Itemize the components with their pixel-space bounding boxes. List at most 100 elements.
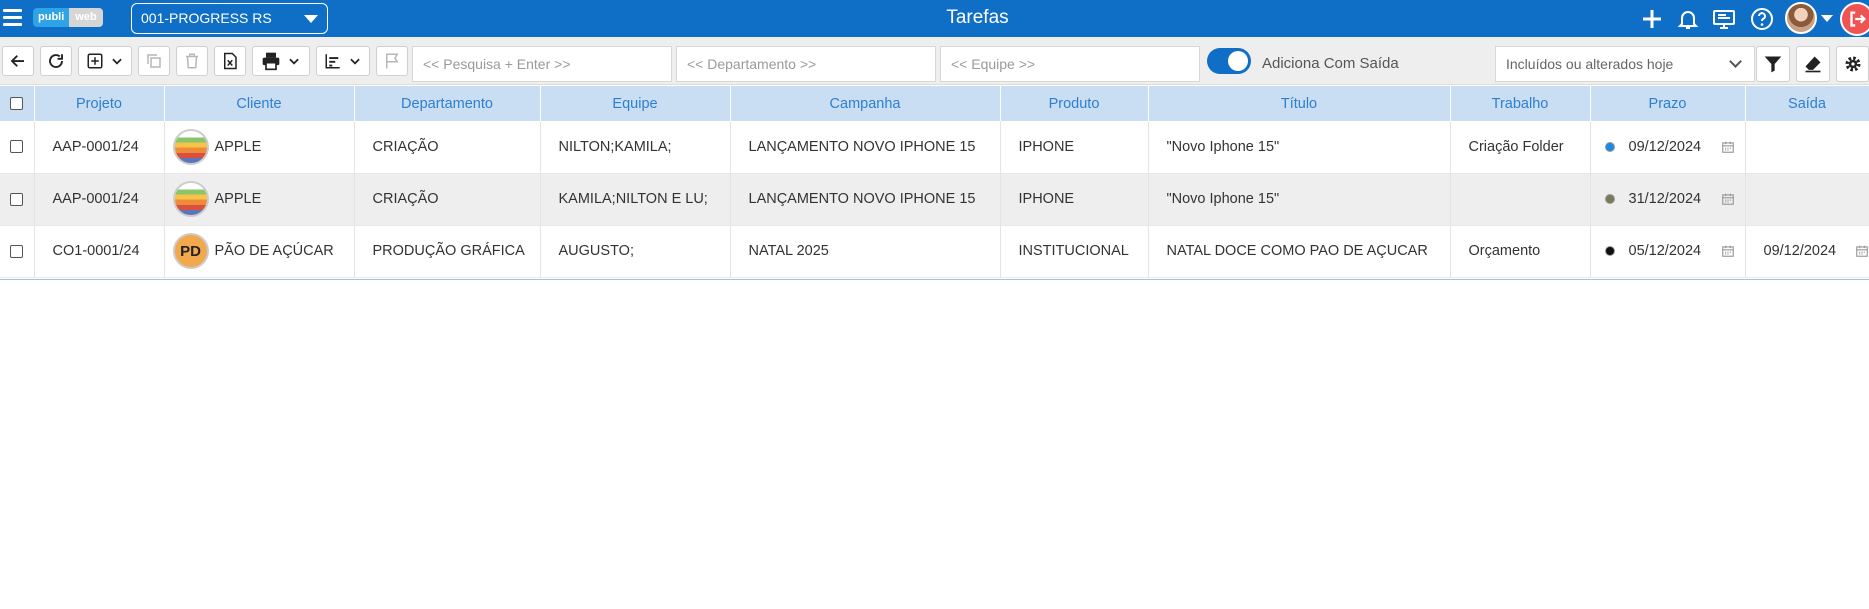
chevron-down-icon	[289, 58, 299, 65]
table-row[interactable]: AAP-0001/24 APPLE CRIAÇÃO KAMILA;NILTON …	[0, 173, 1869, 225]
cell-titulo: "Novo Iphone 15"	[1148, 121, 1451, 173]
row-select-cell	[0, 121, 35, 173]
cell-trabalho: Orçamento	[1450, 225, 1591, 277]
select-all-cell	[0, 86, 35, 121]
filter-button[interactable]	[1756, 46, 1790, 82]
flag-icon	[386, 53, 399, 69]
bell-icon[interactable]	[1676, 7, 1700, 31]
column-header-cliente[interactable]: Cliente	[164, 86, 355, 121]
table-row[interactable]: AAP-0001/24 APPLE CRIAÇÃO NILTON;KAMILA;…	[0, 121, 1869, 173]
cell-prazo: 31/12/2024	[1590, 173, 1746, 225]
cell-projeto: AAP-0001/24	[34, 121, 165, 173]
add-with-exit-toggle[interactable]	[1207, 48, 1251, 74]
team-input[interactable]	[940, 46, 1200, 82]
column-header-campanha[interactable]: Campanha	[730, 86, 1001, 121]
column-header-saida[interactable]: Saída	[1745, 86, 1869, 121]
gear-icon	[1845, 56, 1860, 72]
column-header-trabalho[interactable]: Trabalho	[1450, 86, 1591, 121]
logout-icon[interactable]	[1840, 2, 1869, 36]
column-header-produto[interactable]: Produto	[1000, 86, 1149, 121]
settings-button[interactable]	[1836, 46, 1869, 82]
clear-filter-button[interactable]	[1796, 46, 1830, 82]
column-header-projeto[interactable]: Projeto	[34, 86, 165, 121]
cell-saida: 09/12/2024	[1745, 225, 1869, 277]
status-dot-icon	[1604, 194, 1615, 204]
cell-prazo: 05/12/2024	[1590, 225, 1746, 277]
select-all-checkbox[interactable]	[10, 97, 24, 111]
cell-departamento: CRIAÇÃO	[354, 121, 541, 173]
row-select-cell	[0, 225, 35, 277]
column-header-equipe[interactable]: Equipe	[540, 86, 731, 121]
calendar-icon[interactable]	[1721, 140, 1735, 154]
chevron-down-icon	[350, 58, 360, 65]
client-name: APPLE	[214, 191, 262, 207]
toolbar: Adiciona Com Saída Incluídos ou alterado…	[0, 37, 1869, 85]
avatar-chevron-down-icon[interactable]	[1821, 15, 1833, 22]
filter-icon	[1764, 56, 1782, 73]
top-bar: publi web 001-PROGRESS RS Tarefas	[0, 0, 1869, 37]
search-input[interactable]	[412, 46, 672, 82]
row-select-cell	[0, 173, 35, 225]
eraser-icon	[1805, 56, 1821, 73]
sort-icon	[325, 54, 340, 69]
cell-saida	[1745, 173, 1869, 225]
copy-button[interactable]	[138, 46, 170, 76]
column-header-departamento[interactable]: Departamento	[354, 86, 541, 121]
row-checkbox[interactable]	[10, 140, 24, 154]
date-filter-value: Incluídos ou alterados hoje	[1506, 56, 1674, 72]
user-avatar[interactable]	[1785, 2, 1817, 34]
cell-produto: INSTITUCIONAL	[1000, 225, 1149, 277]
deadline-date: 31/12/2024	[1628, 191, 1702, 207]
cell-equipe: NILTON;KAMILA;	[540, 121, 731, 173]
cell-produto: IPHONE	[1000, 173, 1149, 225]
department-input[interactable]	[676, 46, 936, 82]
print-button[interactable]	[252, 46, 310, 76]
cell-campanha: NATAL 2025	[730, 225, 1001, 277]
cell-cliente: APPLE	[164, 121, 355, 173]
column-header-prazo[interactable]: Prazo	[1590, 86, 1746, 121]
monitor-icon[interactable]	[1712, 7, 1736, 31]
chevron-down-icon	[1729, 55, 1742, 68]
cell-projeto: CO1-0001/24	[34, 225, 165, 277]
add-box-icon	[87, 53, 103, 69]
exit-date: 09/12/2024	[1763, 243, 1837, 259]
sort-button[interactable]	[316, 46, 370, 76]
cell-campanha: LANÇAMENTO NOVO IPHONE 15	[730, 121, 1001, 173]
calendar-icon[interactable]	[1721, 244, 1735, 258]
cell-departamento: CRIAÇÃO	[354, 173, 541, 225]
cell-trabalho	[1450, 173, 1591, 225]
status-dot-icon	[1604, 246, 1615, 256]
cell-projeto: AAP-0001/24	[34, 173, 165, 225]
tasks-table: Projeto Cliente Departamento Equipe Camp…	[0, 86, 1869, 278]
status-dot-icon	[1604, 141, 1615, 152]
plus-icon[interactable]	[1640, 7, 1664, 31]
cell-saida	[1745, 121, 1869, 173]
cell-cliente: APPLE	[164, 173, 355, 225]
row-checkbox[interactable]	[10, 244, 24, 258]
table-row[interactable]: CO1-0001/24 PD PÃO DE AÇÚCAR PRODUÇÃO GRÁ…	[0, 225, 1869, 277]
cell-titulo: NATAL DOCE COMO PAO DE AÇUCAR	[1148, 225, 1451, 277]
cell-equipe: AUGUSTO;	[540, 225, 731, 277]
cell-campanha: LANÇAMENTO NOVO IPHONE 15	[730, 173, 1001, 225]
refresh-icon	[49, 54, 63, 68]
chevron-down-icon	[112, 58, 122, 65]
cell-prazo: 09/12/2024	[1590, 121, 1746, 173]
refresh-button[interactable]	[40, 46, 72, 76]
cell-titulo: "Novo Iphone 15"	[1148, 173, 1451, 225]
back-button[interactable]	[2, 46, 34, 76]
table-header-row: Projeto Cliente Departamento Equipe Camp…	[0, 86, 1869, 121]
client-initials-avatar: PD	[172, 233, 209, 269]
flag-button[interactable]	[376, 46, 408, 76]
date-filter-select[interactable]: Incluídos ou alterados hoje	[1495, 46, 1755, 82]
calendar-icon[interactable]	[1721, 192, 1735, 206]
add-with-exit-label: Adiciona Com Saída	[1262, 55, 1399, 72]
arrow-left-icon	[10, 55, 24, 67]
add-button[interactable]	[78, 46, 132, 76]
column-header-titulo[interactable]: Título	[1148, 86, 1451, 121]
help-icon[interactable]	[1750, 7, 1774, 31]
cell-equipe: KAMILA;NILTON E LU;	[540, 173, 731, 225]
excel-export-button[interactable]	[214, 46, 246, 76]
delete-button[interactable]	[176, 46, 208, 76]
row-checkbox[interactable]	[10, 192, 24, 206]
calendar-icon[interactable]	[1855, 244, 1869, 258]
